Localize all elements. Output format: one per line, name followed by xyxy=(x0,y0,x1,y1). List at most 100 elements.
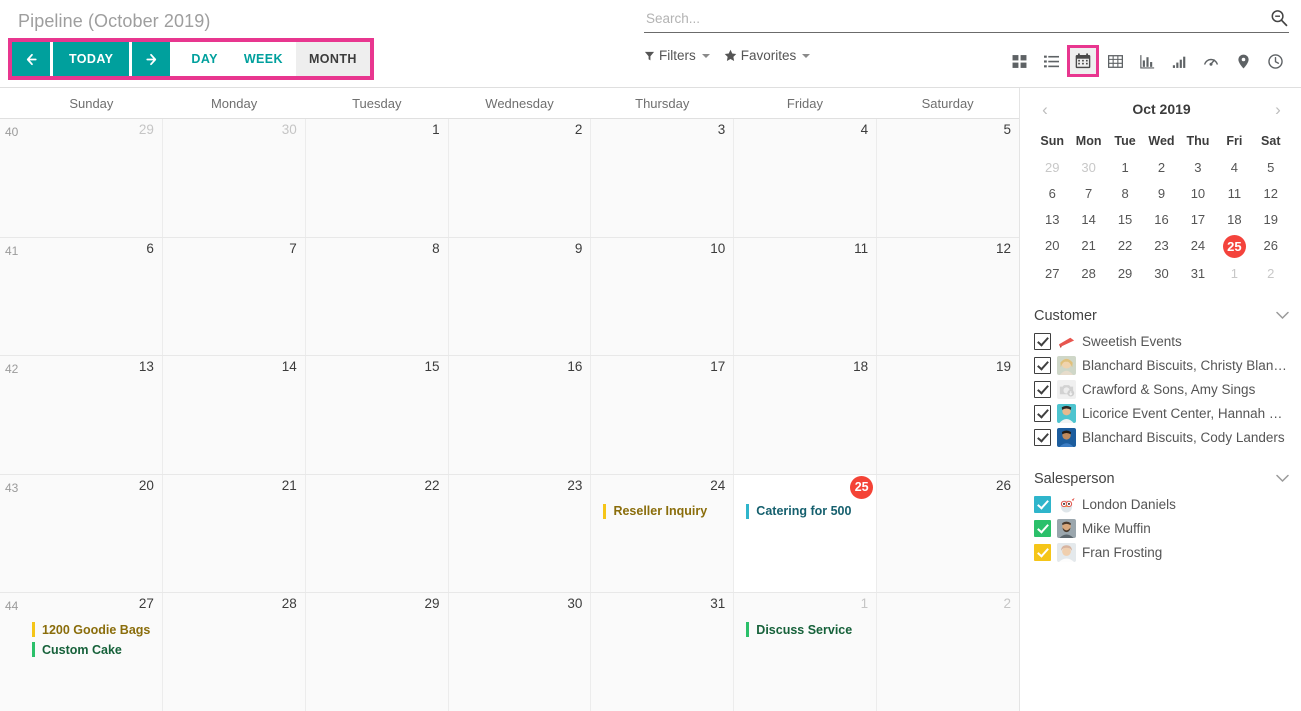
mini-calendar-day[interactable]: 15 xyxy=(1107,207,1143,232)
calendar-day-cell[interactable]: 30 xyxy=(161,119,305,237)
dashboard-view-button[interactable] xyxy=(1195,45,1227,77)
scale-day-button[interactable]: DAY xyxy=(178,42,230,76)
calendar-day-cell[interactable]: 3 xyxy=(590,119,734,237)
calendar-day-cell[interactable]: 29 xyxy=(304,593,448,711)
filter-item[interactable]: Sweetish Events xyxy=(1034,329,1289,353)
mini-calendar-day[interactable]: 7 xyxy=(1070,181,1106,206)
mini-calendar-day[interactable]: 11 xyxy=(1216,181,1252,206)
filter-checkbox[interactable] xyxy=(1034,356,1051,374)
calendar-day-cell[interactable]: 12 xyxy=(876,237,1020,356)
mini-calendar-day[interactable]: 3 xyxy=(1180,155,1216,180)
mini-calendar-day[interactable]: 1 xyxy=(1216,261,1252,286)
calendar-day-cell[interactable]: 28 xyxy=(161,593,305,711)
filter-item[interactable]: Fran Frosting xyxy=(1034,540,1289,564)
mini-calendar-day[interactable]: 8 xyxy=(1107,181,1143,206)
calendar-event[interactable]: Catering for 500 xyxy=(734,503,876,520)
mini-calendar-day[interactable]: 17 xyxy=(1180,207,1216,232)
activity-view-button[interactable] xyxy=(1259,45,1291,77)
filter-item[interactable]: Mike Muffin xyxy=(1034,516,1289,540)
scale-month-button[interactable]: MONTH xyxy=(295,42,370,76)
mini-calendar-day[interactable]: 29 xyxy=(1107,261,1143,286)
calendar-day-cell[interactable]: 13 xyxy=(20,356,162,474)
filter-checkbox[interactable] xyxy=(1034,519,1051,537)
calendar-day-cell[interactable]: 16 xyxy=(447,356,591,474)
filters-dropdown[interactable]: Filters xyxy=(644,48,710,63)
mini-calendar-day[interactable]: 19 xyxy=(1253,207,1289,232)
mini-calendar-prev-button[interactable]: ‹ xyxy=(1034,101,1056,118)
mini-calendar-day[interactable]: 24 xyxy=(1180,233,1216,260)
mini-calendar-day[interactable]: 21 xyxy=(1070,233,1106,260)
calendar-day-cell[interactable]: 30 xyxy=(447,593,591,711)
calendar-event[interactable]: Reseller Inquiry xyxy=(591,503,733,520)
mini-calendar-day[interactable]: 27 xyxy=(1034,261,1070,286)
calendar-day-cell[interactable]: 26 xyxy=(876,474,1020,593)
today-button[interactable]: TODAY xyxy=(53,42,130,76)
calendar-day-cell[interactable]: 22 xyxy=(304,474,448,593)
calendar-day-cell[interactable]: 19 xyxy=(876,356,1020,474)
filter-item[interactable]: Blanchard Biscuits, Cody Landers xyxy=(1034,425,1289,449)
mini-calendar-day[interactable]: 4 xyxy=(1216,155,1252,180)
map-view-button[interactable] xyxy=(1227,45,1259,77)
mini-calendar-day[interactable]: 6 xyxy=(1034,181,1070,206)
calendar-day-cell[interactable]: 1 xyxy=(304,119,448,237)
filter-section-header[interactable]: Customer xyxy=(1034,308,1289,329)
calendar-event[interactable]: 1200 Goodie Bags xyxy=(20,621,162,638)
filter-checkbox[interactable] xyxy=(1034,428,1051,446)
calendar-day-cell[interactable]: 2 xyxy=(447,119,591,237)
mini-calendar-day[interactable]: 12 xyxy=(1253,181,1289,206)
filter-checkbox[interactable] xyxy=(1034,495,1051,513)
search-input[interactable] xyxy=(644,11,1269,28)
filter-checkbox[interactable] xyxy=(1034,404,1051,422)
mini-calendar-day[interactable]: 16 xyxy=(1143,207,1179,232)
kanban-view-button[interactable] xyxy=(1003,45,1035,77)
mini-calendar-day[interactable]: 28 xyxy=(1070,261,1106,286)
mini-calendar-day[interactable]: 26 xyxy=(1253,233,1289,260)
calendar-day-cell[interactable]: 25 Catering for 500 xyxy=(733,474,877,593)
mini-calendar-day[interactable]: 1 xyxy=(1107,155,1143,180)
mini-calendar-day[interactable]: 2 xyxy=(1253,261,1289,286)
graph-view-button[interactable] xyxy=(1131,45,1163,77)
mini-calendar-day[interactable]: 23 xyxy=(1143,233,1179,260)
calendar-day-cell[interactable]: 2 xyxy=(876,593,1020,711)
calendar-day-cell[interactable]: 21 xyxy=(161,474,305,593)
filter-item[interactable]: London Daniels xyxy=(1034,492,1289,516)
cohort-view-button[interactable] xyxy=(1163,45,1195,77)
calendar-day-cell[interactable]: 20 xyxy=(20,474,162,593)
calendar-day-cell[interactable]: 8 xyxy=(304,237,448,356)
calendar-day-cell[interactable]: 27 1200 Goodie Bags Custom Cake xyxy=(20,593,162,711)
mini-calendar-day[interactable]: 22 xyxy=(1107,233,1143,260)
calendar-day-cell[interactable]: 24 Reseller Inquiry xyxy=(590,474,734,593)
filter-item[interactable]: Blanchard Biscuits, Christy Blanc… xyxy=(1034,353,1289,377)
scale-week-button[interactable]: WEEK xyxy=(231,42,296,76)
search-icon[interactable] xyxy=(1269,8,1289,28)
mini-calendar-next-button[interactable]: › xyxy=(1267,101,1289,118)
mini-calendar-day[interactable]: 5 xyxy=(1253,155,1289,180)
mini-calendar-day[interactable]: 20 xyxy=(1034,233,1070,260)
calendar-day-cell[interactable]: 14 xyxy=(161,356,305,474)
search-bar[interactable] xyxy=(644,8,1289,33)
mini-calendar-day[interactable]: 30 xyxy=(1143,261,1179,286)
mini-calendar-day[interactable]: 14 xyxy=(1070,207,1106,232)
calendar-day-cell[interactable]: 17 xyxy=(590,356,734,474)
calendar-day-cell[interactable]: 31 xyxy=(590,593,734,711)
mini-calendar-day[interactable]: 13 xyxy=(1034,207,1070,232)
calendar-day-cell[interactable]: 9 xyxy=(447,237,591,356)
calendar-day-cell[interactable]: 7 xyxy=(161,237,305,356)
pivot-view-button[interactable] xyxy=(1099,45,1131,77)
filter-checkbox[interactable] xyxy=(1034,543,1051,561)
list-view-button[interactable] xyxy=(1035,45,1067,77)
mini-calendar-day[interactable]: 9 xyxy=(1143,181,1179,206)
filter-checkbox[interactable] xyxy=(1034,332,1051,350)
calendar-day-cell[interactable]: 18 xyxy=(733,356,877,474)
filter-section-header[interactable]: Salesperson xyxy=(1034,471,1289,492)
calendar-day-cell[interactable]: 4 xyxy=(733,119,877,237)
mini-calendar-day[interactable]: 31 xyxy=(1180,261,1216,286)
filter-checkbox[interactable] xyxy=(1034,380,1051,398)
mini-calendar-day[interactable]: 2 xyxy=(1143,155,1179,180)
calendar-event[interactable]: Discuss Service xyxy=(734,621,876,638)
calendar-view-button[interactable] xyxy=(1067,45,1099,77)
mini-calendar-today[interactable]: 25 xyxy=(1216,233,1252,260)
mini-calendar-day[interactable]: 18 xyxy=(1216,207,1252,232)
calendar-day-cell[interactable]: 5 xyxy=(876,119,1020,237)
calendar-day-cell[interactable]: 15 xyxy=(304,356,448,474)
